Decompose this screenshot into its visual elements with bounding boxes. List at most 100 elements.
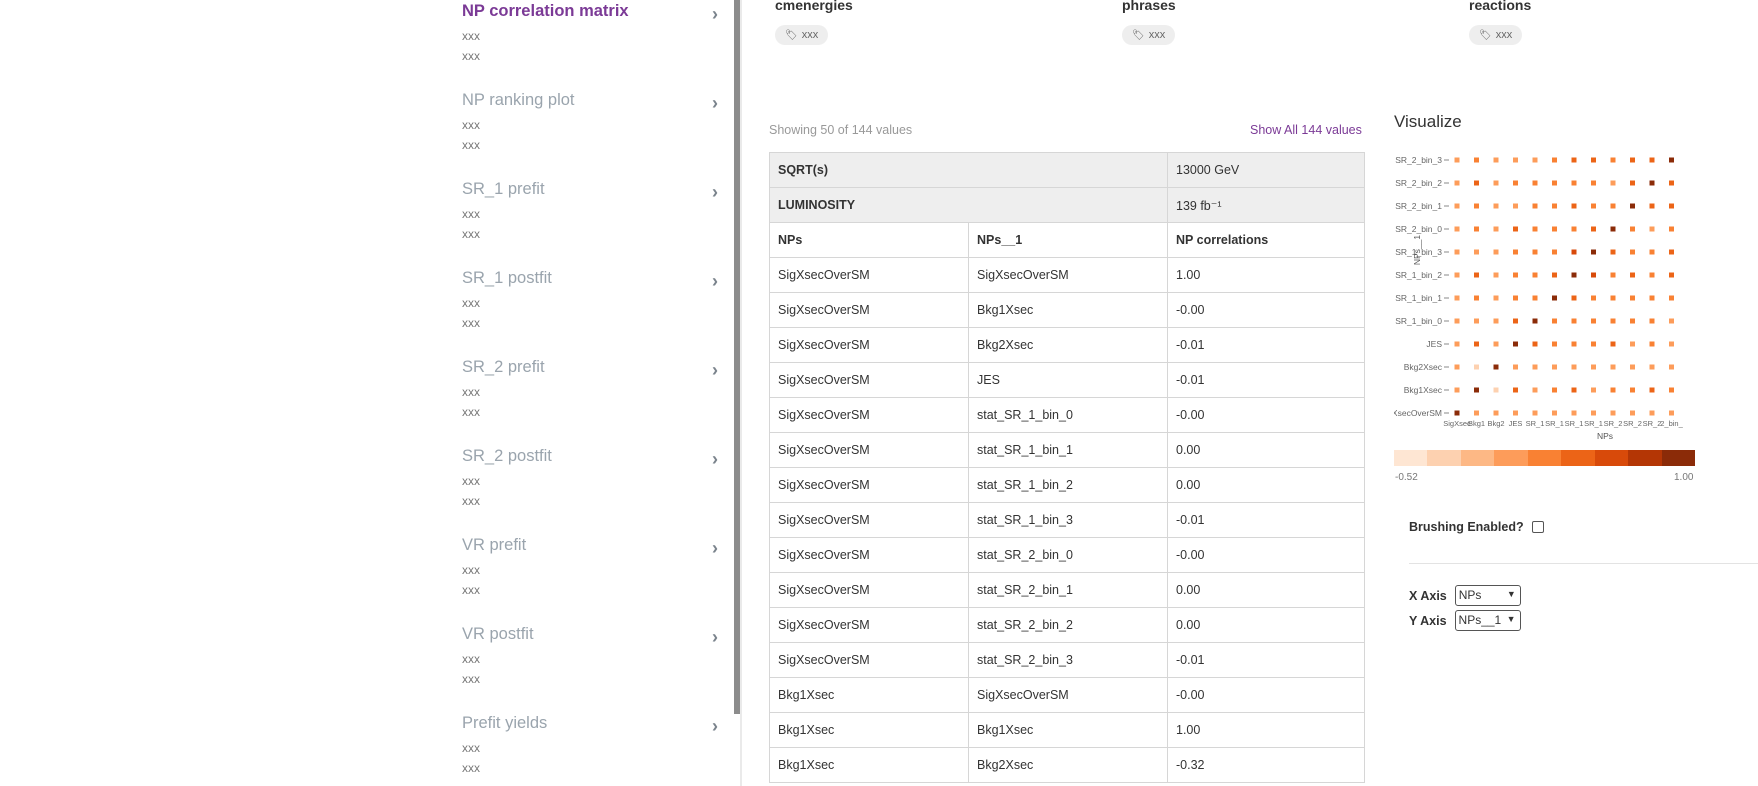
sidebar-item[interactable]: SR_2 postfit xxx xxx ›: [462, 445, 724, 511]
heatmap-cell[interactable]: [1474, 249, 1479, 255]
column-header[interactable]: NPs: [769, 222, 969, 258]
heatmap-cell[interactable]: [1610, 180, 1616, 186]
heatmap-cell[interactable]: [1532, 272, 1538, 278]
heatmap-cell[interactable]: [1591, 249, 1596, 255]
heatmap-cell[interactable]: [1610, 318, 1616, 324]
heatmap-cell[interactable]: [1669, 318, 1674, 324]
heatmap-cell[interactable]: [1669, 249, 1674, 255]
heatmap-cell[interactable]: [1552, 295, 1557, 301]
heatmap-cell[interactable]: [1532, 249, 1538, 255]
heatmap-cell[interactable]: [1649, 226, 1655, 232]
heatmap-cell[interactable]: [1454, 341, 1460, 347]
sidebar-item[interactable]: SR_2 prefit xxx xxx ›: [462, 356, 724, 422]
heatmap-cell[interactable]: [1474, 410, 1479, 416]
heatmap-cell[interactable]: [1493, 410, 1499, 416]
heatmap-cell[interactable]: [1513, 387, 1518, 393]
sidebar-item[interactable]: VR prefit xxx xxx ›: [462, 534, 724, 600]
heatmap-cell[interactable]: [1552, 180, 1557, 186]
heatmap-cell[interactable]: [1571, 387, 1577, 393]
heatmap-cell[interactable]: [1630, 226, 1635, 232]
heatmap-cell[interactable]: [1493, 364, 1499, 370]
heatmap-cell[interactable]: [1610, 295, 1616, 301]
heatmap-cell[interactable]: [1669, 387, 1674, 393]
heatmap-cell[interactable]: [1474, 272, 1479, 278]
heatmap-cell[interactable]: [1474, 157, 1479, 163]
heatmap-cell[interactable]: [1493, 203, 1499, 209]
heatmap-cell[interactable]: [1630, 272, 1635, 278]
heatmap-cell[interactable]: [1610, 226, 1616, 232]
heatmap-cell[interactable]: [1532, 180, 1538, 186]
heatmap-cell[interactable]: [1474, 203, 1479, 209]
heatmap-cell[interactable]: [1474, 318, 1479, 324]
heatmap-cell[interactable]: [1513, 180, 1518, 186]
heatmap-cell[interactable]: [1630, 295, 1635, 301]
chevron-right-icon[interactable]: ›: [712, 449, 718, 470]
heatmap-cell[interactable]: [1610, 387, 1616, 393]
heatmap-cell[interactable]: [1649, 157, 1655, 163]
heatmap-cell[interactable]: [1474, 180, 1479, 186]
heatmap-cell[interactable]: [1532, 157, 1538, 163]
heatmap-cell[interactable]: [1630, 364, 1635, 370]
heatmap-cell[interactable]: [1630, 387, 1635, 393]
heatmap-cell[interactable]: [1669, 226, 1674, 232]
sidebar-item[interactable]: NP ranking plot xxx xxx ›: [462, 89, 724, 155]
heatmap-cell[interactable]: [1552, 318, 1557, 324]
heatmap-cell[interactable]: [1571, 341, 1577, 347]
sidebar-item[interactable]: NP correlation matrix xxx xxx ›: [462, 0, 724, 66]
heatmap-cell[interactable]: [1532, 341, 1538, 347]
heatmap-cell[interactable]: [1610, 341, 1616, 347]
chevron-right-icon[interactable]: ›: [712, 271, 718, 292]
heatmap-cell[interactable]: [1493, 272, 1499, 278]
chevron-right-icon[interactable]: ›: [712, 93, 718, 114]
heatmap-cell[interactable]: [1571, 272, 1577, 278]
heatmap-cell[interactable]: [1630, 249, 1635, 255]
heatmap-cell[interactable]: [1649, 272, 1655, 278]
heatmap-cell[interactable]: [1513, 364, 1518, 370]
heatmap-cell[interactable]: [1630, 157, 1635, 163]
heatmap-cell[interactable]: [1571, 180, 1577, 186]
chevron-right-icon[interactable]: ›: [712, 627, 718, 648]
heatmap-cell[interactable]: [1591, 180, 1596, 186]
heatmap-cell[interactable]: [1493, 157, 1499, 163]
sidebar-item[interactable]: SR_1 prefit xxx xxx ›: [462, 178, 724, 244]
heatmap-cell[interactable]: [1571, 226, 1577, 232]
heatmap-cell[interactable]: [1532, 203, 1538, 209]
chevron-right-icon[interactable]: ›: [712, 360, 718, 381]
heatmap-cell[interactable]: [1532, 410, 1538, 416]
heatmap-cell[interactable]: [1649, 249, 1655, 255]
heatmap-cell[interactable]: [1591, 387, 1596, 393]
heatmap-cell[interactable]: [1649, 410, 1655, 416]
heatmap-cell[interactable]: [1454, 318, 1460, 324]
heatmap-cell[interactable]: [1610, 272, 1616, 278]
heatmap-cell[interactable]: [1552, 341, 1557, 347]
heatmap-cell[interactable]: [1532, 318, 1538, 324]
heatmap-cell[interactable]: [1649, 364, 1655, 370]
heatmap-cell[interactable]: [1591, 203, 1596, 209]
heatmap-cell[interactable]: [1669, 203, 1674, 209]
heatmap-cell[interactable]: [1571, 157, 1577, 163]
heatmap-cell[interactable]: [1649, 387, 1655, 393]
heatmap-cell[interactable]: [1454, 203, 1460, 209]
heatmap-cell[interactable]: [1610, 364, 1616, 370]
heatmap-cell[interactable]: [1532, 226, 1538, 232]
heatmap-cell[interactable]: [1610, 410, 1616, 416]
heatmap-cell[interactable]: [1571, 203, 1577, 209]
heatmap-cell[interactable]: [1513, 203, 1518, 209]
heatmap-cell[interactable]: [1669, 364, 1674, 370]
heatmap-cell[interactable]: [1454, 272, 1460, 278]
heatmap-cell[interactable]: [1454, 364, 1460, 370]
heatmap-cell[interactable]: [1591, 272, 1596, 278]
heatmap-cell[interactable]: [1630, 318, 1635, 324]
heatmap-cell[interactable]: [1552, 387, 1557, 393]
heatmap-cell[interactable]: [1571, 364, 1577, 370]
heatmap-cell[interactable]: [1513, 157, 1518, 163]
heatmap-cell[interactable]: [1669, 410, 1674, 416]
heatmap-cell[interactable]: [1571, 410, 1577, 416]
heatmap-cell[interactable]: [1552, 249, 1557, 255]
heatmap-cell[interactable]: [1493, 295, 1499, 301]
heatmap-cell[interactable]: [1669, 157, 1674, 163]
heatmap-cell[interactable]: [1591, 295, 1596, 301]
heatmap-cell[interactable]: [1454, 180, 1460, 186]
heatmap-cell[interactable]: [1610, 249, 1616, 255]
heatmap-cell[interactable]: [1493, 387, 1499, 393]
